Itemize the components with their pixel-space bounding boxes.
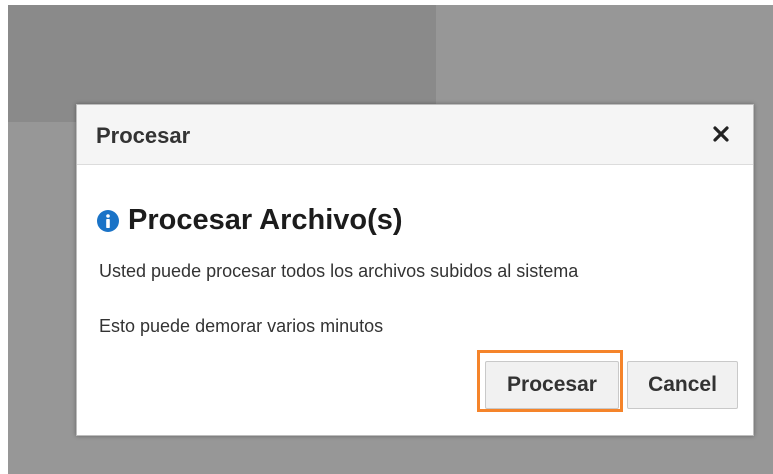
dialog-note: Esto puede demorar varios minutos [99, 316, 384, 336]
dialog-title: Procesar [96, 123, 191, 148]
close-icon [713, 126, 729, 142]
dialog-message: Usted puede procesar todos los archivos … [99, 261, 579, 281]
process-button[interactable]: Procesar [485, 361, 619, 409]
cancel-button[interactable]: Cancel [627, 361, 738, 409]
dialog-heading: Procesar Archivo(s) [128, 204, 403, 236]
info-icon [97, 209, 119, 232]
dialog-heading-row: Procesar Archivo(s) [97, 204, 403, 237]
screen: Procesar Procesar Archivo(s) Usted puede… [0, 0, 773, 474]
close-button[interactable] [707, 120, 735, 148]
dialog-header: Procesar [77, 105, 753, 165]
process-dialog: Procesar Procesar Archivo(s) Usted puede… [76, 104, 754, 436]
